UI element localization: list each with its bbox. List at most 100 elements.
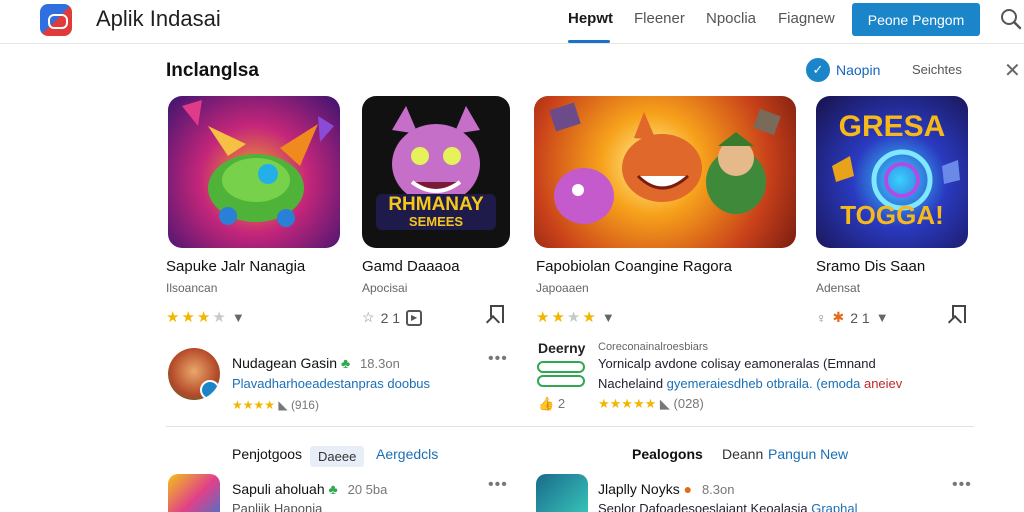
- tab-right-sub[interactable]: Deann: [722, 446, 763, 462]
- active-tab-indicator: [568, 40, 610, 43]
- review-rating: ★★★★ ◣ (916): [232, 398, 319, 412]
- sort-label[interactable]: Seichtes: [912, 62, 962, 77]
- game-art-image-1[interactable]: [168, 96, 340, 248]
- game-art-image-2[interactable]: RHMANAY SEMEES: [362, 96, 510, 248]
- card-developer-2[interactable]: Apocisai: [362, 281, 407, 295]
- sparkle-icon: ✱: [832, 309, 845, 325]
- card-meta-value: 2 1: [850, 309, 870, 326]
- more-options-icon[interactable]: •••: [488, 476, 508, 494]
- avatar[interactable]: [168, 348, 220, 400]
- chevron-down-icon[interactable]: ▼: [602, 310, 615, 325]
- review-text-b: gyemeraiesdheb otbraila. (emoda: [666, 376, 861, 391]
- star-icon: ★: [166, 309, 180, 326]
- chevron-down-icon[interactable]: ▼: [876, 310, 889, 325]
- more-options-icon[interactable]: •••: [488, 350, 508, 368]
- tab-right-link[interactable]: Pangun New: [768, 446, 848, 462]
- bottom-item-sub-2: Seplor Dafoadesoeslaiant Keoalasia Graph…: [598, 501, 857, 512]
- card-developer-1[interactable]: Ilsoancan: [166, 281, 217, 295]
- primary-action-button[interactable]: Peone Pengom: [852, 3, 980, 36]
- leaf-icon: ♣: [340, 355, 351, 371]
- review-title: Coreconainalroesbiars: [598, 341, 709, 353]
- app-logo-icon[interactable]: [40, 4, 72, 36]
- top-bar: Aplik Indasai Hepwt Fleener Npoclia Fiag…: [0, 0, 1024, 44]
- leaf-icon: ♣: [328, 481, 338, 497]
- card-title-1[interactable]: Sapuke Jalr Nanagia: [166, 258, 305, 275]
- chevron-down-icon[interactable]: ▼: [232, 310, 245, 325]
- star-empty-icon: ★: [566, 309, 581, 326]
- nav-tab-home[interactable]: Hepwt: [568, 10, 613, 27]
- review-author[interactable]: Nudagean Gasin ♣ 18.3on: [232, 355, 400, 371]
- game-art-image-3[interactable]: [534, 96, 796, 248]
- tab-left-pill[interactable]: Daeee: [310, 446, 365, 467]
- section-divider: [166, 426, 974, 427]
- review-text-a: Yornicalp avdone colisay eamoneralas (Em…: [598, 356, 876, 371]
- star-icon: ★: [582, 309, 596, 326]
- nav-tab-2[interactable]: Fleener: [634, 10, 685, 27]
- location-pin-icon: ✓: [806, 58, 830, 82]
- rating-stars: ★★★★: [232, 398, 276, 412]
- bottom-item-sub: Papliik Haponia: [232, 501, 323, 512]
- review-text: Plavadharhoeadestanpras doobus: [232, 376, 431, 391]
- tab-left-title[interactable]: Penjotgoos: [232, 446, 302, 462]
- bottom-item-time: 8.3on: [701, 482, 735, 497]
- rating-stars: ★★★★★: [598, 396, 657, 411]
- game-art-subtitle: TOGGA!: [840, 200, 944, 230]
- brand-name: Deerny: [538, 340, 586, 356]
- verified-badge-icon: [200, 380, 220, 400]
- filter-chip[interactable]: ✓ Naopin: [806, 57, 880, 83]
- star-icon: ★: [181, 309, 195, 326]
- play-icon[interactable]: ▶: [406, 309, 423, 326]
- bottom-item-2[interactable]: Jlaplly Noyks ● 8.3on: [598, 481, 735, 497]
- filter-label: Naopin: [836, 62, 881, 78]
- star-empty-icon: ★: [212, 309, 226, 326]
- bottom-item-sub: Seplor Dafoadesoeslaiant Keoalasia: [598, 501, 808, 512]
- app-icon[interactable]: [536, 474, 588, 512]
- bottom-item-link[interactable]: Graphal: [811, 501, 857, 512]
- nav-tab-3[interactable]: Npoclia: [706, 10, 756, 27]
- game-art-image-4[interactable]: GRESA TOGGA!: [816, 96, 968, 248]
- reaction-count: 👍 2: [538, 396, 565, 412]
- card-title-3[interactable]: Fapobiolan Coangine Ragora: [536, 258, 732, 275]
- review-rating-2: ★★★★★ ◣ (028): [598, 396, 704, 412]
- card-meta-value: 2 1: [380, 309, 401, 326]
- star-outline-icon: ☆: [362, 309, 375, 325]
- thumbs-up-icon: 👍: [538, 396, 555, 411]
- more-options-icon[interactable]: •••: [952, 476, 972, 494]
- tab-right-title[interactable]: Pealogons: [632, 446, 703, 462]
- bookmark-icon[interactable]: [952, 305, 966, 323]
- card-meta-4: ♀ ✱ 2 1 ▼: [816, 309, 889, 326]
- rating-count: (028): [673, 396, 704, 411]
- bookmark-icon[interactable]: [490, 305, 504, 323]
- rating-count: (916): [290, 398, 319, 412]
- app-title: Aplik Indasai: [96, 6, 221, 31]
- game-art-graphic: [549, 102, 781, 224]
- badge-icon: ●: [683, 481, 693, 497]
- close-icon[interactable]: ✕: [1004, 58, 1021, 83]
- bottom-item-time: 20 5ba: [347, 482, 388, 497]
- person-icon: ♀: [816, 309, 827, 326]
- nav-tab-4[interactable]: Fiagnew: [778, 10, 835, 27]
- card-meta-2: ☆ 2 1 ▶: [362, 309, 423, 326]
- game-art-subtitle: SEMEES: [408, 214, 464, 229]
- search-icon[interactable]: [1000, 8, 1022, 30]
- bottom-item-1[interactable]: Sapuli aholuah ♣ 20 5ba: [232, 481, 387, 497]
- bottom-item-title: Jlaplly Noyks: [598, 481, 680, 497]
- card-rating-3: ★ ★ ★ ★ ▼: [536, 308, 615, 326]
- card-title-4[interactable]: Sramo Dis Saan: [816, 258, 925, 275]
- thumb-icon: ◣: [659, 396, 674, 411]
- star-icon: ★: [196, 309, 211, 326]
- card-rating-1: ★ ★ ★ ★ ▼: [166, 308, 245, 326]
- card-title-2[interactable]: Gamd Daaaoa: [362, 258, 460, 275]
- star-icon: ★: [551, 309, 565, 326]
- review-text-b-dark: Nachelaind: [598, 376, 664, 391]
- card-developer-3[interactable]: Japoaaen: [536, 281, 589, 295]
- star-icon: ★: [536, 309, 550, 326]
- review-author-name: Nudagean Gasin: [232, 355, 338, 371]
- bottom-item-title: Sapuli aholuah: [232, 481, 325, 497]
- game-art-title: RHMANAY: [388, 194, 484, 215]
- reaction-value: 2: [557, 396, 566, 411]
- game-art-title: GRESA: [838, 110, 946, 143]
- card-developer-4[interactable]: Adensat: [816, 281, 860, 295]
- app-icon[interactable]: [168, 474, 220, 512]
- tab-left-link[interactable]: Aergedcls: [376, 446, 438, 462]
